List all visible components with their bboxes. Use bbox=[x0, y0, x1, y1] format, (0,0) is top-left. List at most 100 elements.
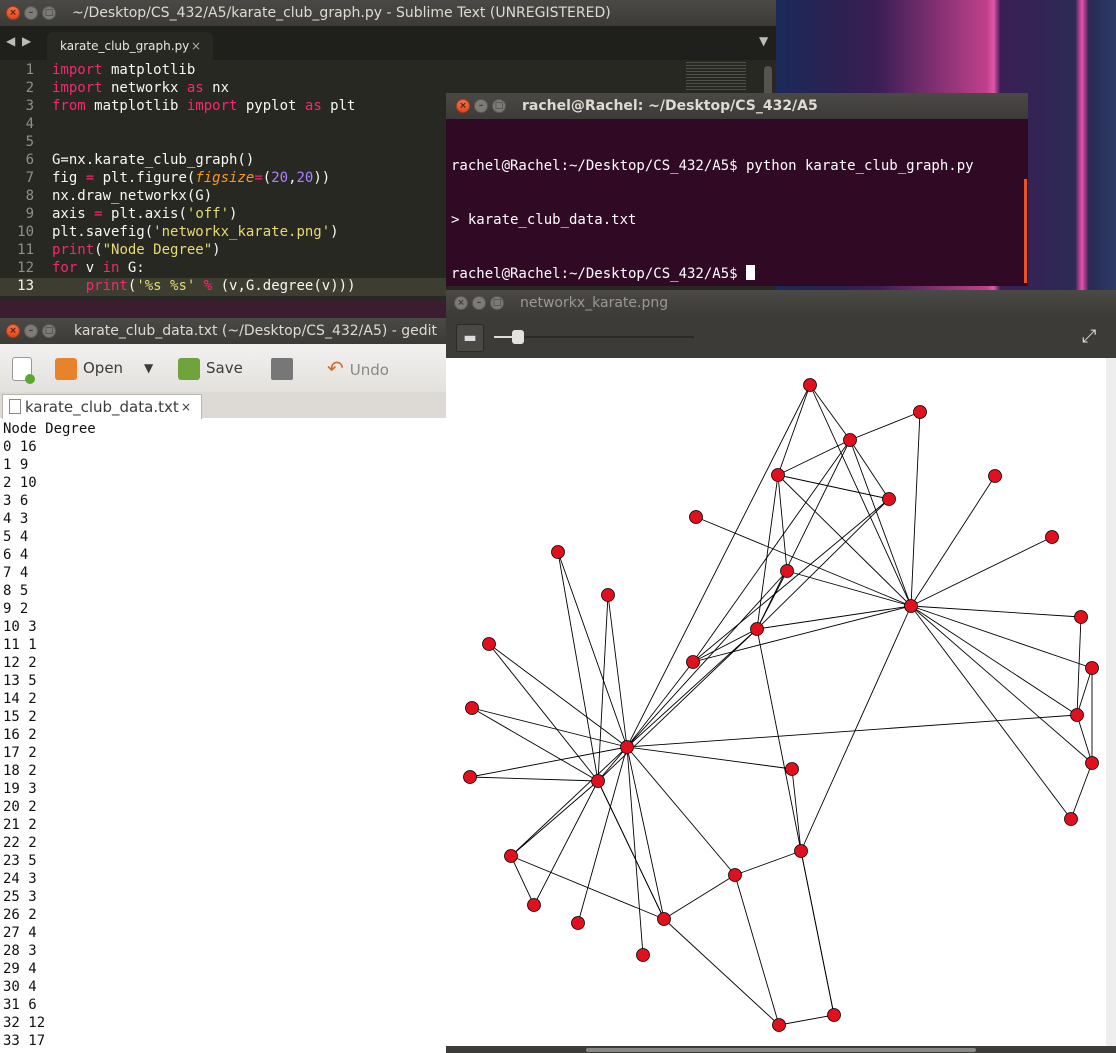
tab-nav-right-icon[interactable]: ▶ bbox=[22, 34, 31, 48]
graph-node bbox=[843, 433, 857, 447]
graph-edge bbox=[756, 498, 890, 630]
graph-node bbox=[463, 770, 477, 784]
zoom-slider[interactable] bbox=[494, 330, 694, 344]
maximize-icon[interactable]: □ bbox=[42, 324, 56, 338]
graph-node bbox=[571, 916, 585, 930]
graph-node bbox=[601, 588, 615, 602]
print-button[interactable] bbox=[271, 354, 299, 382]
graph-node bbox=[882, 492, 896, 506]
graph-edge bbox=[756, 439, 851, 630]
text-editor-content[interactable]: Node Degree 0 16 1 9 2 10 3 6 4 3 5 4 6 … bbox=[3, 420, 96, 1050]
graph-edge bbox=[469, 776, 599, 782]
tab-dropdown-icon[interactable]: ▼ bbox=[759, 34, 768, 48]
terminal-titlebar[interactable]: × – □ rachel@Rachel: ~/Desktop/CS_432/A5 bbox=[446, 93, 1028, 119]
graph-edge bbox=[777, 474, 890, 500]
open-button[interactable]: Open bbox=[55, 354, 123, 382]
graph-node bbox=[904, 599, 918, 613]
graph-edge bbox=[607, 594, 628, 748]
graph-edge bbox=[910, 536, 1053, 607]
graph-node bbox=[1064, 812, 1078, 826]
close-icon[interactable]: × bbox=[6, 6, 20, 20]
terminal-scrollbar[interactable] bbox=[1024, 179, 1027, 283]
maximize-icon[interactable]: □ bbox=[490, 296, 504, 310]
close-icon[interactable]: × bbox=[456, 99, 470, 113]
viewer-scrollbar[interactable] bbox=[1106, 358, 1116, 1046]
window-title: networkx_karate.png bbox=[520, 295, 669, 311]
chevron-down-icon: ▼ bbox=[144, 361, 154, 375]
graph-edge bbox=[734, 850, 802, 876]
gedit-tabbar: karate_club_data.txt × bbox=[0, 392, 446, 419]
code-line: import networkx as nx bbox=[52, 80, 230, 96]
minimap[interactable] bbox=[686, 62, 746, 92]
window-title: ~/Desktop/CS_432/A5/karate_club_graph.py… bbox=[72, 5, 611, 21]
graph-edge bbox=[626, 746, 793, 770]
sublime-titlebar[interactable]: × – □ ~/Desktop/CS_432/A5/karate_club_gr… bbox=[0, 0, 776, 26]
graph-edge bbox=[791, 768, 802, 852]
viewer-titlebar[interactable]: × – □ networkx_karate.png bbox=[446, 290, 1116, 316]
graph-edge bbox=[800, 850, 835, 1016]
minimize-icon[interactable]: – bbox=[24, 324, 38, 338]
graph-edge bbox=[910, 605, 1078, 716]
graph-edge bbox=[786, 570, 912, 607]
graph-edge bbox=[910, 605, 1082, 618]
image-canvas[interactable] bbox=[446, 358, 1106, 1046]
graph-node bbox=[1074, 610, 1088, 624]
folder-icon bbox=[55, 357, 77, 380]
minimize-icon[interactable]: – bbox=[472, 296, 486, 310]
undo-button[interactable]: ↶ Undo bbox=[327, 354, 389, 382]
graph-edge bbox=[510, 746, 628, 857]
graph-edge bbox=[778, 1014, 835, 1026]
undo-icon: ↶ bbox=[327, 356, 344, 380]
viewer-hscrollbar[interactable] bbox=[586, 1048, 976, 1052]
fullscreen-icon[interactable]: ⤢ bbox=[1082, 326, 1096, 347]
graph-edge bbox=[800, 605, 912, 852]
graph-edge bbox=[471, 707, 599, 782]
graph-node bbox=[1085, 661, 1099, 675]
graph-edge bbox=[1076, 714, 1093, 764]
line-number: 9 bbox=[25, 206, 34, 222]
graph-edge bbox=[488, 643, 628, 748]
line-number: 2 bbox=[25, 80, 34, 96]
graph-edge bbox=[809, 384, 912, 607]
graph-edge bbox=[692, 628, 758, 663]
zoom-out-button[interactable]: ▬ bbox=[456, 324, 484, 352]
tab-nav-left-icon[interactable]: ◀ bbox=[6, 34, 15, 48]
graph-node bbox=[750, 622, 764, 636]
line-number: 12 bbox=[17, 260, 34, 276]
maximize-icon[interactable]: □ bbox=[42, 6, 56, 20]
close-icon[interactable]: × bbox=[6, 324, 20, 338]
graph-edge bbox=[626, 746, 665, 920]
graph-edge bbox=[1076, 616, 1082, 716]
graph-edge bbox=[626, 661, 694, 748]
graph-edge bbox=[849, 439, 912, 607]
graph-node bbox=[771, 468, 785, 482]
graph-node bbox=[913, 405, 927, 419]
graph-node bbox=[1085, 756, 1099, 770]
new-document-icon bbox=[12, 356, 35, 384]
zoom-slider-handle[interactable] bbox=[512, 330, 524, 344]
tab-close-icon[interactable]: × bbox=[191, 32, 201, 60]
graph-edge bbox=[557, 551, 599, 782]
line-number: 6 bbox=[25, 152, 34, 168]
tab-close-icon[interactable]: × bbox=[181, 395, 191, 419]
graph-node bbox=[620, 740, 634, 754]
graph-edge bbox=[626, 746, 736, 876]
code-line: G=nx.karate_club_graph() bbox=[52, 152, 255, 168]
minimize-icon[interactable]: – bbox=[24, 6, 38, 20]
tab-label: karate_club_graph.py bbox=[60, 39, 190, 53]
close-icon[interactable]: × bbox=[454, 296, 468, 310]
graph-node bbox=[780, 564, 794, 578]
tab-karate-club-graph[interactable]: karate_club_graph.py × bbox=[47, 32, 213, 60]
new-document-button[interactable] bbox=[12, 354, 38, 384]
terminal-window[interactable]: × – □ rachel@Rachel: ~/Desktop/CS_432/A5… bbox=[446, 93, 1028, 286]
line-number: 3 bbox=[25, 98, 34, 114]
tab-karate-club-data[interactable]: karate_club_data.txt × bbox=[2, 394, 202, 419]
save-button[interactable]: Save bbox=[178, 354, 243, 382]
graph-edge bbox=[910, 475, 996, 607]
maximize-icon[interactable]: □ bbox=[492, 99, 506, 113]
graph-node bbox=[1045, 530, 1059, 544]
gedit-titlebar[interactable]: × – □ karate_club_data.txt (~/Desktop/CS… bbox=[0, 318, 446, 344]
open-dropdown-button[interactable]: ▼ bbox=[144, 354, 153, 382]
graph-node bbox=[827, 1008, 841, 1022]
minimize-icon[interactable]: – bbox=[474, 99, 488, 113]
